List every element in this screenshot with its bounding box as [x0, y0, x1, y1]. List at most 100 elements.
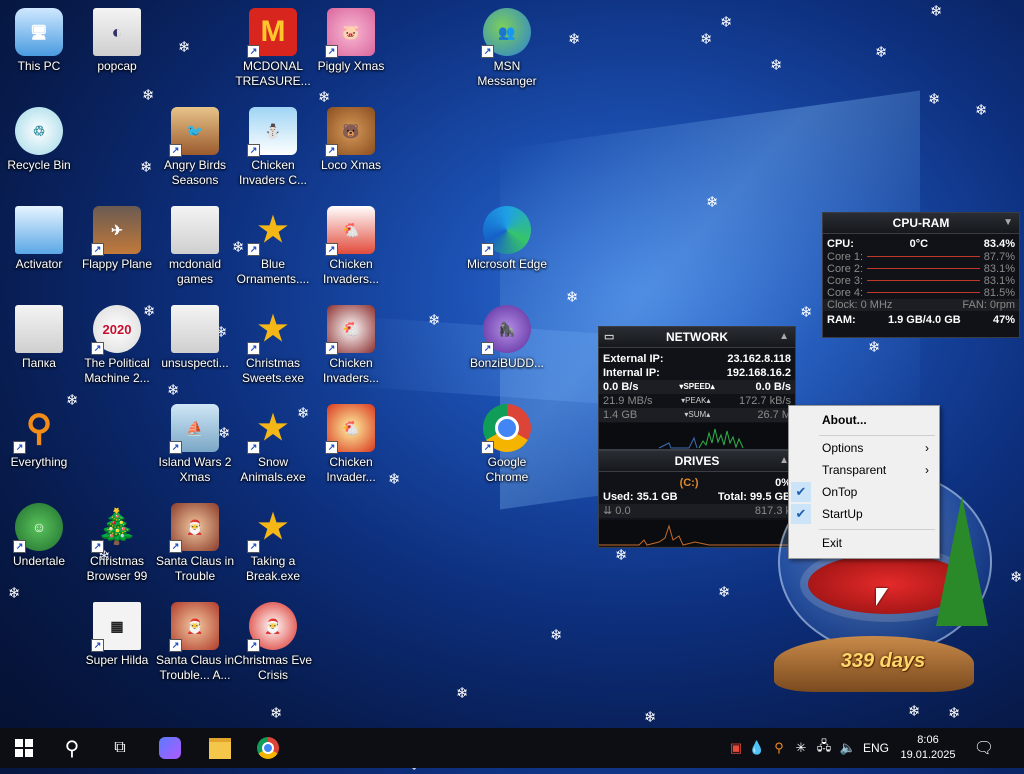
desktop-icon-chicken-invaders-3[interactable]: 🐔 ↗ Chicken Invaders...: [309, 301, 393, 386]
folder-icon: [15, 305, 63, 353]
icon-label: Flappy Plane: [81, 257, 153, 271]
star-package-icon: ★ ↗: [247, 305, 297, 355]
desktop-icon-everything[interactable]: ⚲ ↗ Everything: [0, 400, 81, 470]
desktop-icon-island-wars-2[interactable]: ⛵ ↗ Island Wars 2 Xmas: [153, 400, 237, 485]
desktop-icon-blue-ornaments[interactable]: ★ ↗ Blue Ornaments....: [231, 202, 315, 287]
msn-buddy-icon: 👥 ↗: [481, 8, 531, 58]
volume-icon[interactable]: 🔈: [836, 740, 860, 756]
desktop-icon-undertale[interactable]: ☺ ↗ Undertale: [0, 499, 81, 569]
chrome-icon: [257, 737, 279, 759]
desktop-icon-taking-a-break[interactable]: ★ ↗ Taking a Break.exe: [231, 499, 315, 584]
icon-label: Snow Animals.exe: [240, 455, 306, 484]
search-icon: ⚲: [64, 737, 80, 760]
icon-label: Google Chrome: [485, 455, 529, 484]
snowflake-icon: ❄: [718, 583, 731, 601]
taskbar-app-copilot[interactable]: [146, 728, 194, 768]
desktop-icon-snow-animals[interactable]: ★ ↗ Snow Animals.exe: [231, 400, 315, 485]
desktop-icon-political-machine[interactable]: 2020 ↗ The Political Machine 2...: [75, 301, 159, 386]
santa-face-icon: 🎅 ↗: [169, 503, 219, 553]
desktop-icon-google-chrome[interactable]: ↗ Google Chrome: [465, 400, 549, 485]
system-tray: ▣ 💧 ⚲ ✳ 🖧 🔈 ENG 8:06 19.01.2025 🗨: [726, 728, 1004, 768]
desktop-icon-christmas-eve-crisis[interactable]: 🎅 ↗ Christmas Eve Crisis: [231, 598, 315, 683]
copilot-icon: [159, 737, 181, 759]
checkmark-icon: ✔: [791, 504, 811, 524]
desktop-icon-activator[interactable]: Activator: [0, 202, 81, 272]
desktop-icon-flappy-plane[interactable]: ✈ ↗ Flappy Plane: [75, 202, 159, 272]
menu-item-about[interactable]: About...: [789, 409, 939, 431]
menu-item-transparent[interactable]: Transparent ›: [789, 459, 939, 481]
menu-item-exit[interactable]: Exit: [789, 532, 939, 554]
language-indicator[interactable]: ENG: [860, 741, 892, 755]
shortcut-arrow-icon: ↗: [169, 144, 182, 157]
network-tray-icon[interactable]: 🖧: [812, 737, 836, 759]
snowflake-icon: ❄: [167, 381, 180, 399]
menu-item-options[interactable]: Options ›: [789, 437, 939, 459]
desktop-icon-christmas-browser-99[interactable]: 🎄 ↗ Christmas Browser 99: [75, 499, 159, 584]
desktop-icon-chicken-invaders-c[interactable]: ⛄ ↗ Chicken Invaders C...: [231, 103, 315, 188]
desktop-icon-unsuspecting[interactable]: unsuspecti...: [153, 301, 237, 371]
desktop-icon-angry-birds-seasons[interactable]: 🐦 ↗ Angry Birds Seasons: [153, 103, 237, 188]
drive-activity-graph: [599, 520, 793, 546]
shortcut-arrow-icon: ↗: [325, 243, 338, 256]
shortcut-arrow-icon: ↗: [91, 243, 104, 256]
desktop-icon-mcdonald-games[interactable]: mcdonald games: [153, 202, 237, 287]
search-tray-icon[interactable]: ⚲: [768, 740, 790, 756]
icon-label: This PC: [17, 59, 61, 73]
desktop-icon-piggly-xmas[interactable]: 🐷 ↗ Piggly Xmas: [309, 4, 393, 74]
shortcut-arrow-icon: ↗: [247, 639, 260, 652]
snowflake-icon: ❄: [178, 38, 191, 56]
drives-gadget[interactable]: DRIVES ▲ (C:) 0% Used: 35.1 GB Total: 99.5 …: [598, 450, 796, 548]
menu-item-startup[interactable]: ✔ StartUp: [789, 503, 939, 525]
clock[interactable]: 8:06 19.01.2025: [892, 733, 964, 763]
collapse-arrow-icon[interactable]: ▼: [1003, 213, 1013, 233]
network-gadget[interactable]: ▭ NETWORK ▲ External IP: 23.162.8.118 Inter…: [598, 326, 796, 450]
cpu-ram-gadget[interactable]: CPU-RAM ▼ CPU: 0°C 83.4% Core 1: 87.7% Core …: [822, 212, 1020, 338]
shortcut-arrow-icon: ↗: [481, 243, 494, 256]
internal-ip-row: Internal IP: 192.168.16.2: [603, 367, 791, 379]
snowflake-icon: ❄: [568, 30, 581, 48]
menu-item-ontop[interactable]: ✔ OnTop: [789, 481, 939, 503]
desktop-icon-this-pc[interactable]: 🖥 This PC: [0, 4, 81, 74]
desktop-icon-bonzibuddy[interactable]: 🦍 ↗ BonziBUDD...: [465, 301, 549, 371]
desktop-icon-super-hilda[interactable]: ▦ ↗ Super Hilda: [75, 598, 159, 668]
snowflake-icon: ❄: [948, 704, 961, 722]
task-view-button[interactable]: ⧉: [96, 728, 144, 768]
chicken-fire-icon: 🐔 ↗: [325, 404, 375, 454]
icon-label: MCDONAL TREASURE...: [235, 59, 311, 88]
snowflake-icon: ❄: [706, 193, 719, 211]
icon-label: Christmas Sweets.exe: [241, 356, 305, 385]
desktop-icon-msn-messanger[interactable]: 👥 ↗ MSN Messanger: [465, 4, 549, 89]
snowflake-icon: ❄: [140, 158, 153, 176]
desktop-icon-santa-claus-in-trouble-again[interactable]: 🎅 ↗ Santa Claus in Trouble... A...: [153, 598, 237, 683]
star-package-icon: ★ ↗: [247, 206, 297, 256]
search-button[interactable]: ⚲: [48, 728, 96, 768]
people-tray-icon[interactable]: ▣: [726, 740, 746, 756]
snowflake-icon: ❄: [928, 90, 941, 108]
desktop-icon-loco-xmas[interactable]: 🐻 ↗ Loco Xmas: [309, 103, 393, 173]
desktop-icon-papka[interactable]: Папка: [0, 301, 81, 371]
desktop-icon-mcdonald-treasure[interactable]: M ↗ MCDONAL TREASURE...: [231, 4, 315, 89]
folder-icon: [209, 737, 231, 759]
desktop-icon-microsoft-edge[interactable]: ↗ Microsoft Edge: [465, 202, 549, 272]
star-package-icon: ★ ↗: [247, 404, 297, 454]
desktop-icon-christmas-sweets[interactable]: ★ ↗ Christmas Sweets.exe: [231, 301, 315, 386]
cpu-ram-title: CPU-RAM ▼: [823, 213, 1019, 234]
desktop-icon-santa-claus-in-trouble[interactable]: 🎅 ↗ Santa Claus in Trouble: [153, 499, 237, 584]
chrome-icon: ↗: [481, 404, 531, 454]
drop-tray-icon[interactable]: 💧: [746, 740, 768, 756]
desktop-icon-popcap[interactable]: ◐ popcap: [75, 4, 159, 74]
desktop-icon-recycle-bin[interactable]: ♲ Recycle Bin: [0, 103, 81, 173]
icon-label: Chicken Invaders...: [322, 257, 380, 286]
speed-row: 0.0 B/s ▾SPEED▴ 0.0 B/s: [599, 380, 795, 394]
snowflake-icon: ❄: [456, 684, 469, 702]
taskbar-app-chrome[interactable]: [244, 728, 292, 768]
start-button[interactable]: [0, 728, 48, 768]
desktop-icon-chicken-invader-4[interactable]: 🐔 ↗ Chicken Invader...: [309, 400, 393, 485]
folder-icon: [171, 206, 219, 254]
notification-center-icon[interactable]: 🗨: [964, 738, 1004, 758]
collapse-arrow-icon[interactable]: ▲: [779, 327, 789, 347]
snowflake-tray-icon[interactable]: ✳: [790, 740, 812, 756]
desktop-icon-chicken-invaders-2[interactable]: 🐔 ↗ Chicken Invaders...: [309, 202, 393, 287]
taskbar-app-file-explorer[interactable]: [196, 728, 244, 768]
days-counter-label: 339 days: [840, 650, 926, 672]
